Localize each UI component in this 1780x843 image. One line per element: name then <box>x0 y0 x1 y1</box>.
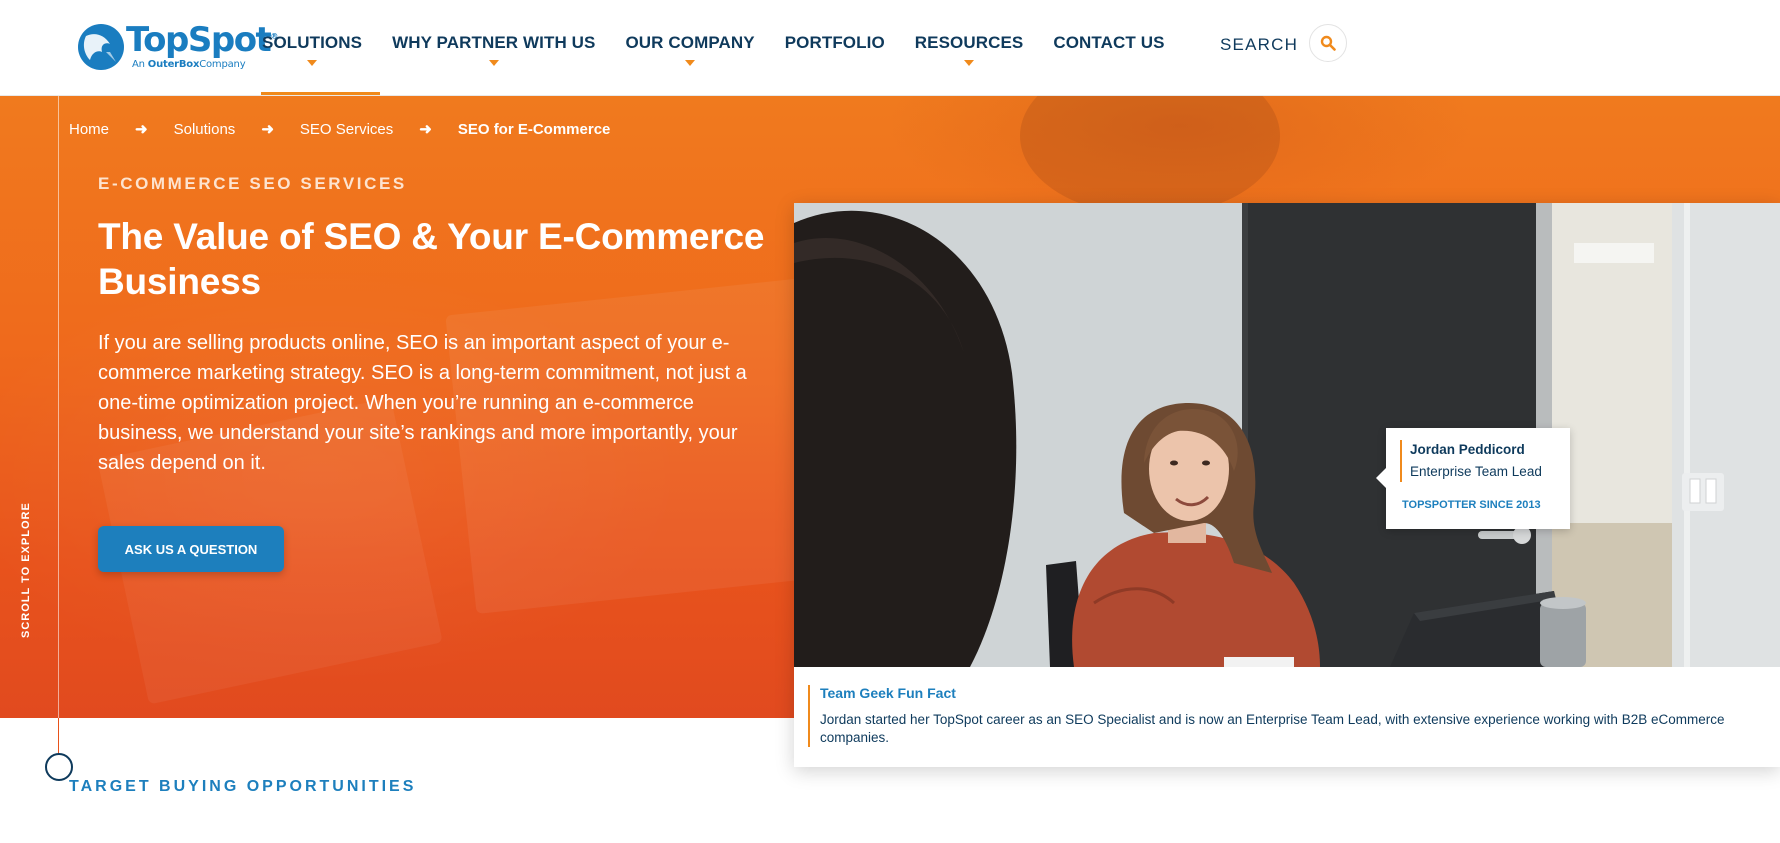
magnifier-icon <box>1320 35 1336 51</box>
search-link[interactable]: SEARCH <box>1220 35 1298 55</box>
main-nav: SOLUTIONS WHY PARTNER WITH US OUR COMPAN… <box>262 33 1195 66</box>
logo-tagline: An OuterBoxCompany <box>132 59 246 70</box>
nav-label: RESOURCES <box>914 33 1024 52</box>
globe-logo-icon <box>78 24 124 70</box>
nav-item-portfolio[interactable]: PORTFOLIO <box>785 33 885 63</box>
arrow-right-icon: ➜ <box>261 121 274 138</box>
team-member-name: Jordan Peddicord <box>1410 442 1525 457</box>
chevron-down-icon <box>964 60 975 66</box>
arrow-right-icon: ➜ <box>135 121 148 138</box>
accent-bar <box>1400 440 1402 482</box>
nav-label: OUR COMPANY <box>625 33 755 52</box>
chevron-down-icon <box>307 60 318 66</box>
nav-item-contact-us[interactable]: CONTACT US <box>1053 33 1164 63</box>
nav-item-why-partner[interactable]: WHY PARTNER WITH US <box>392 33 596 66</box>
nav-label: PORTFOLIO <box>784 33 885 52</box>
section-eyebrow: TARGET BUYING OPPORTUNITIES <box>69 778 417 795</box>
nav-item-solutions[interactable]: SOLUTIONS <box>262 33 363 66</box>
team-member-since: TOPSPOTTER SINCE 2013 <box>1402 499 1541 511</box>
breadcrumb-current: SEO for E-Commerce <box>457 120 611 138</box>
nav-item-our-company[interactable]: OUR COMPANY <box>625 33 755 66</box>
team-member-tag: Jordan Peddicord Enterprise Team Lead TO… <box>1376 428 1570 529</box>
fun-fact-body: Jordan started her TopSpot career as an … <box>820 712 1725 745</box>
nav-item-resources[interactable]: RESOURCES <box>914 33 1024 66</box>
nav-label: SOLUTIONS <box>262 33 363 52</box>
scroll-guide-line <box>58 96 59 718</box>
ask-us-a-question-button[interactable]: ASK US A QUESTION <box>98 526 284 572</box>
scroll-indicator-circle[interactable] <box>45 753 73 781</box>
office-photo-illustration <box>794 203 1780 667</box>
team-member-role: Enterprise Team Lead <box>1410 464 1542 479</box>
chevron-down-icon <box>685 60 696 66</box>
breadcrumb-home[interactable]: Home <box>69 121 109 138</box>
scroll-guide-line <box>58 718 59 754</box>
breadcrumb-seo-services[interactable]: SEO Services <box>300 121 393 138</box>
topspot-logo[interactable]: TopSpot® An OuterBoxCompany <box>76 20 278 74</box>
scroll-to-explore-label: SCROLL TO EXPLORE <box>20 502 32 638</box>
nav-active-indicator <box>261 92 380 95</box>
nav-label: CONTACT US <box>1053 33 1165 52</box>
fun-fact-title: Team Geek Fun Fact <box>820 685 956 701</box>
logo-wordmark: TopSpot® <box>126 20 278 60</box>
hero-description: If you are selling products online, SEO … <box>98 332 747 474</box>
breadcrumb: Home ➜ Solutions ➜ SEO Services ➜ SEO fo… <box>69 120 611 139</box>
nav-label: WHY PARTNER WITH US <box>392 33 596 52</box>
search-button[interactable] <box>1309 24 1347 62</box>
chevron-down-icon <box>488 60 499 66</box>
background-photo-overlay <box>1020 96 1280 216</box>
team-member-photo: Jordan Peddicord Enterprise Team Lead TO… <box>794 203 1780 667</box>
arrow-right-icon: ➜ <box>419 121 432 138</box>
site-header: TopSpot® An OuterBoxCompany SOLUTIONS WH… <box>0 0 1780 96</box>
team-member-card: Jordan Peddicord Enterprise Team Lead TO… <box>794 203 1780 767</box>
page-title: The Value of SEO & Your E-Commerce Busin… <box>98 216 765 302</box>
breadcrumb-solutions[interactable]: Solutions <box>174 121 236 138</box>
fun-fact-caption: Team Geek Fun Fact Jordan started her To… <box>808 685 1770 747</box>
hero-eyebrow: E-COMMERCE SEO SERVICES <box>98 174 407 193</box>
